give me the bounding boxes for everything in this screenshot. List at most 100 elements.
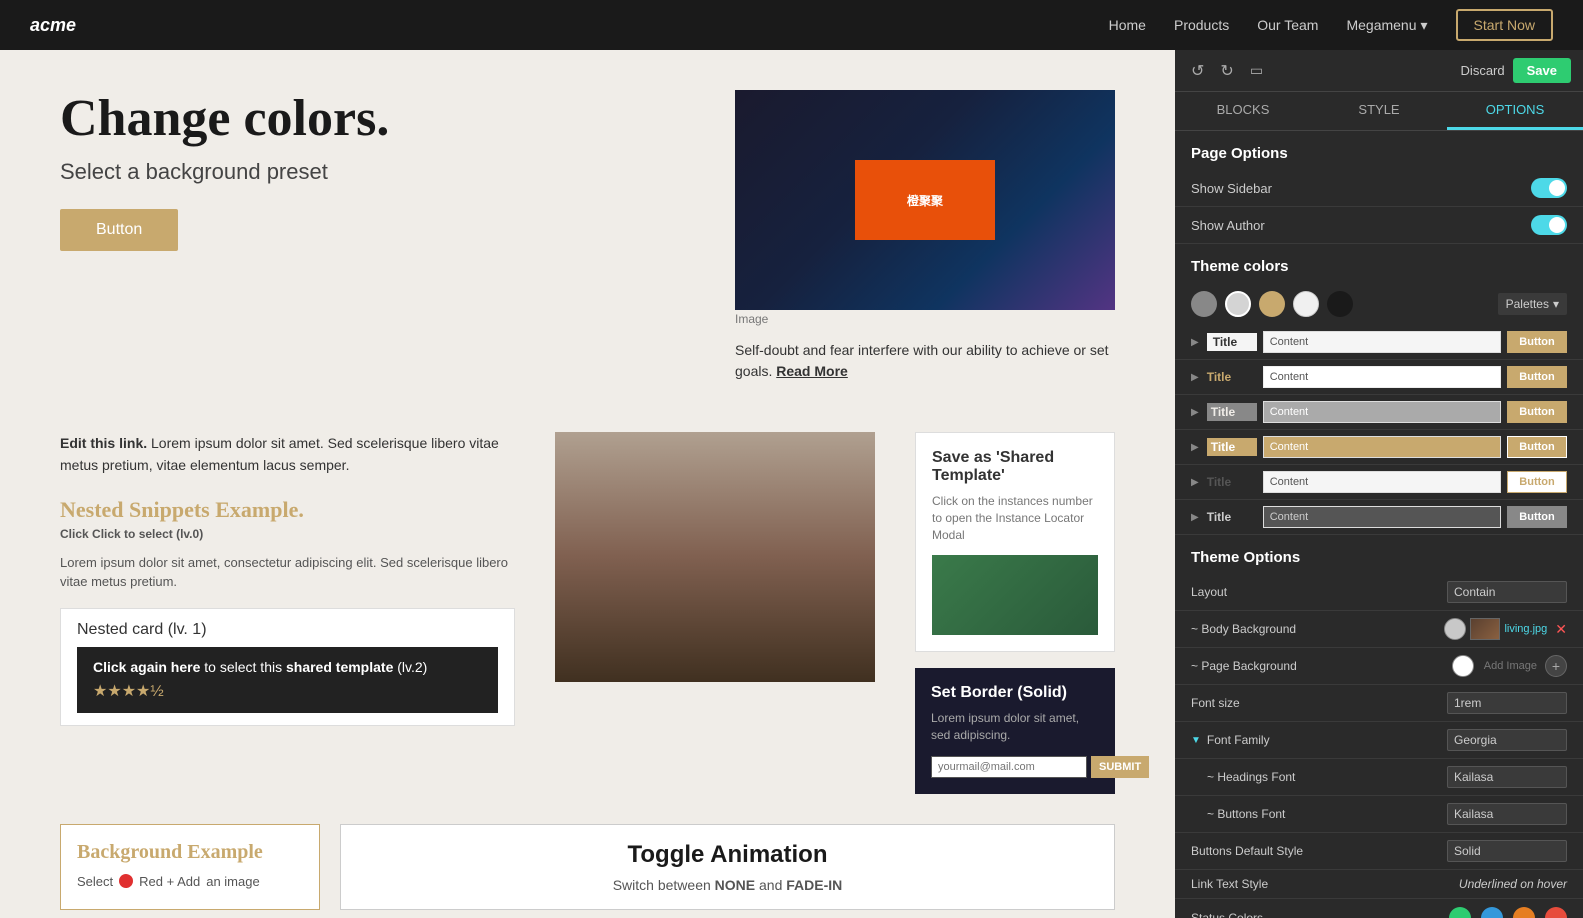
nav-link-home[interactable]: Home [1109, 17, 1146, 33]
redo-button[interactable]: ↻ [1216, 59, 1237, 83]
expand-arrow-3[interactable]: ▶ [1191, 407, 1199, 418]
expand-arrow-5[interactable]: ▶ [1191, 477, 1199, 488]
save-button[interactable]: Save [1513, 58, 1571, 83]
buttons-style-row: Buttons Default Style Solid [1175, 833, 1583, 870]
hero-section: Change colors. Select a background prese… [0, 50, 1175, 422]
email-form: SUBMIT [931, 756, 1099, 778]
device-icon[interactable]: ▭ [1250, 62, 1263, 79]
nav-links: Home Products Our Team Megamenu ▾ Start … [1109, 9, 1553, 41]
nav-link-products[interactable]: Products [1174, 17, 1229, 33]
expand-arrow-1[interactable]: ▶ [1191, 337, 1199, 348]
undo-button[interactable]: ↺ [1187, 59, 1208, 83]
preset-button-2[interactable]: Button [1507, 366, 1567, 388]
click-select-text: Click to select (lv.0) [92, 527, 203, 541]
hero-button[interactable]: Button [60, 209, 178, 251]
show-sidebar-toggle[interactable] [1531, 178, 1567, 198]
panel-content: Page Options Show Sidebar Show Author Th… [1175, 131, 1583, 918]
color-swatch-1[interactable] [1225, 291, 1251, 317]
theme-colors-row: Palettes ▾ [1175, 283, 1583, 325]
font-family-expand[interactable]: ▼ [1191, 735, 1201, 746]
tab-options[interactable]: OPTIONS [1447, 92, 1583, 130]
font-size-select[interactable]: 1rem [1447, 692, 1567, 714]
nav-megamenu[interactable]: Megamenu ▾ [1346, 17, 1427, 34]
preset-button-3[interactable]: Button [1507, 401, 1567, 423]
preset-title-6: Title [1207, 510, 1257, 524]
tab-style[interactable]: STYLE [1311, 92, 1447, 130]
color-preset-row-2[interactable]: ▶ Title Content Button [1175, 360, 1583, 395]
color-swatch-0[interactable] [1191, 291, 1217, 317]
preset-title-4: Title [1207, 438, 1257, 456]
bottom-section: Background Example Select Red + Add an i… [0, 814, 1175, 918]
page-bg-color-thumb[interactable] [1452, 655, 1474, 677]
status-color-blue[interactable] [1481, 907, 1503, 918]
body-bg-remove[interactable]: ✕ [1555, 621, 1567, 638]
color-swatch-4[interactable] [1327, 291, 1353, 317]
page-options-title: Page Options [1175, 131, 1583, 170]
font-family-select[interactable]: Georgia [1447, 729, 1567, 751]
page-bg-add-button[interactable]: + [1545, 655, 1567, 677]
expand-arrow-6[interactable]: ▶ [1191, 512, 1199, 523]
color-swatch-3[interactable] [1293, 291, 1319, 317]
orange-screen: 橙聚聚 [855, 160, 995, 240]
edit-link-bold[interactable]: Edit this link. [60, 435, 147, 451]
mid-right: Save as 'Shared Template' Click on the i… [915, 432, 1115, 794]
preset-title-2: Title [1207, 370, 1257, 384]
body-bg-row: ~ Body Background living.jpg ✕ [1175, 611, 1583, 648]
discard-button[interactable]: Discard [1461, 63, 1505, 78]
preset-button-1[interactable]: Button [1507, 331, 1567, 353]
preset-title-3: Title [1207, 403, 1257, 421]
buttons-style-select[interactable]: Solid [1447, 840, 1567, 862]
hero-title: Change colors. [60, 90, 695, 147]
show-author-toggle[interactable] [1531, 215, 1567, 235]
read-more-link[interactable]: Read More [776, 363, 848, 379]
expand-arrow-4[interactable]: ▶ [1191, 442, 1199, 453]
toggle-animation-box: Toggle Animation Switch between NONE and… [340, 824, 1115, 910]
nav-link-our-team[interactable]: Our Team [1257, 17, 1318, 33]
status-color-orange[interactable] [1513, 907, 1535, 918]
buttons-font-select[interactable]: Kailasa [1447, 803, 1567, 825]
tab-blocks[interactable]: BLOCKS [1175, 92, 1311, 130]
submit-button[interactable]: SUBMIT [1091, 756, 1149, 778]
preset-button-6[interactable]: Button [1507, 506, 1567, 528]
layout-row: Layout Contain [1175, 574, 1583, 611]
nav-start-button[interactable]: Start Now [1456, 9, 1553, 41]
palettes-button[interactable]: Palettes ▾ [1498, 293, 1567, 315]
color-preset-row-3[interactable]: ▶ Title Content Button [1175, 395, 1583, 430]
preset-button-4[interactable]: Button [1507, 436, 1567, 458]
color-swatch-2[interactable] [1259, 291, 1285, 317]
nested-card[interactable]: Nested card (lv. 1) Click again here to … [60, 608, 515, 726]
link-text-style-value: Underlined on hover [1459, 877, 1567, 891]
preset-content-2: Content [1263, 366, 1501, 388]
right-panel: ↺ ↻ ▭ Discard Save BLOCKS STYLE OPTIONS … [1175, 50, 1583, 918]
color-preset-row-4[interactable]: ▶ Title Content Button [1175, 430, 1583, 465]
hero-image-placeholder: 橙聚聚 [735, 90, 1115, 310]
preset-button-5[interactable]: Button [1507, 471, 1567, 493]
body-bg-color-thumb[interactable] [1444, 618, 1466, 640]
preset-content-5: Content [1263, 471, 1501, 493]
status-color-green[interactable] [1449, 907, 1471, 918]
font-family-label: Font Family [1207, 733, 1447, 747]
template-image-preview [932, 555, 1098, 635]
set-border-title: Set Border (Solid) [931, 684, 1099, 702]
save-template-box: Save as 'Shared Template' Click on the i… [915, 432, 1115, 652]
color-preset-row-5[interactable]: ▶ Title Content Button [1175, 465, 1583, 500]
nested-snippets-title: Nested Snippets Example. [60, 497, 515, 523]
email-input[interactable] [931, 756, 1087, 778]
body-bg-image-thumb[interactable] [1470, 618, 1500, 640]
layout-select[interactable]: Contain [1447, 581, 1567, 603]
headings-font-select[interactable]: Kailasa [1447, 766, 1567, 788]
show-sidebar-row: Show Sidebar [1175, 170, 1583, 207]
color-preset-row-6[interactable]: ▶ Title Content Button [1175, 500, 1583, 535]
link-text-style-label: Link Text Style [1191, 877, 1459, 891]
set-border-desc: Lorem ipsum dolor sit amet, sed adipisci… [931, 710, 1099, 744]
font-family-row: ▼ Font Family Georgia [1175, 722, 1583, 759]
edit-link-text: Edit this link. Lorem ipsum dolor sit am… [60, 432, 515, 477]
color-preset-row-1[interactable]: ▶ Title Content Button [1175, 325, 1583, 360]
status-color-red[interactable] [1545, 907, 1567, 918]
nested-card-title: Nested card (lv. 1) [77, 621, 498, 639]
buttons-style-label: Buttons Default Style [1191, 844, 1447, 858]
buttons-font-row: ~ Buttons Font Kailasa [1175, 796, 1583, 833]
nested-card-dark[interactable]: Click again here to select this shared t… [77, 647, 498, 713]
buttons-font-label: ~ Buttons Font [1207, 807, 1447, 821]
expand-arrow-2[interactable]: ▶ [1191, 372, 1199, 383]
